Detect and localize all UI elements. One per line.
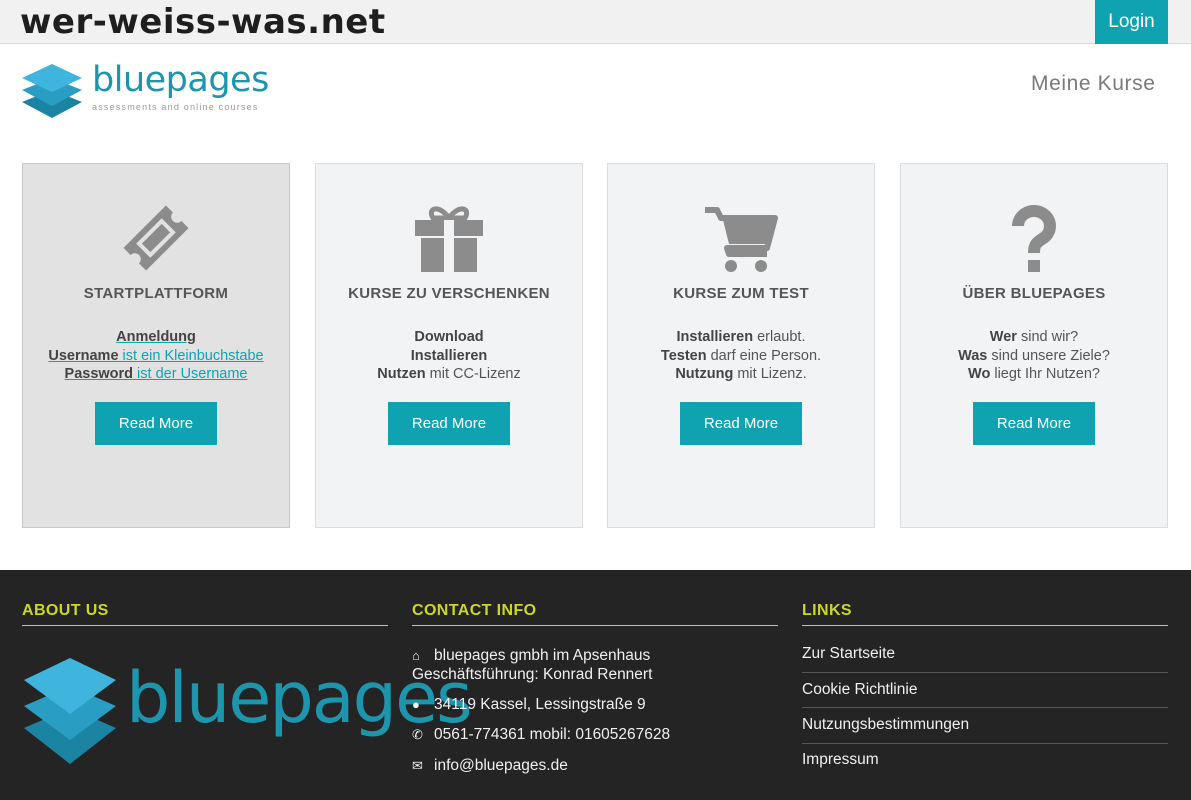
username-link[interactable]: Username ist ein Kleinbuchstabe bbox=[48, 348, 263, 364]
logo-tagline: assessments and online courses bbox=[92, 102, 259, 112]
footer-logo: bluepages bbox=[22, 652, 473, 770]
card-text: Wer sind wir? Was sind unsere Ziele? Wo … bbox=[958, 329, 1110, 382]
about-divider bbox=[22, 625, 388, 626]
card-text: Download Installieren Nutzen mit CC-Lize… bbox=[377, 329, 521, 382]
layers-logo-icon bbox=[24, 658, 116, 764]
footer-link-cookie[interactable]: Cookie Richtlinie bbox=[802, 681, 1168, 699]
card-title: STARTPLATTFORM bbox=[83, 285, 229, 302]
link-separator bbox=[802, 672, 1168, 673]
login-button[interactable]: Login bbox=[1095, 0, 1168, 44]
contact-phone: ✆ 0561-774361 mobil: 01605267628 bbox=[412, 726, 671, 743]
card-kurse-zu-verschenken: KURSE ZU VERSCHENKEN Download Installier… bbox=[315, 163, 583, 528]
card-icon-wrap bbox=[316, 198, 582, 278]
contact-company: ⌂ bluepages gmbh im Apsenhaus bbox=[412, 647, 651, 664]
contact-address: ● 34119 Kassel, Lessingstraße 9 bbox=[412, 696, 646, 713]
link-separator bbox=[802, 707, 1168, 708]
ticket-icon bbox=[123, 205, 189, 271]
links-divider bbox=[802, 625, 1168, 626]
footer-link-impressum[interactable]: Impressum bbox=[802, 751, 1168, 769]
card-icon-wrap bbox=[23, 198, 289, 278]
card-title: ÜBER BLUEPAGES bbox=[962, 285, 1106, 302]
shopping-cart-icon bbox=[705, 207, 778, 272]
read-more-button[interactable]: Read More bbox=[973, 402, 1095, 445]
contact-email[interactable]: ✉ info@bluepages.de bbox=[412, 756, 568, 775]
top-bar: wer-weiss-was.net Login bbox=[0, 0, 1191, 44]
footer: ABOUT US bluepages CONTACT INFO ⌂ bluepag… bbox=[0, 570, 1191, 800]
gift-icon bbox=[415, 206, 483, 272]
card-text: Installieren erlaubt. Testen darf eine P… bbox=[660, 329, 822, 382]
contact-divider bbox=[412, 625, 778, 626]
layers-logo-icon bbox=[22, 64, 82, 118]
card-kurse-zum-test: KURSE ZUM TEST Installieren erlaubt. Tes… bbox=[607, 163, 875, 528]
anmeldung-link[interactable]: Anmeldung bbox=[116, 329, 196, 345]
contact-heading: CONTACT INFO bbox=[412, 602, 537, 619]
footer-link-startseite[interactable]: Zur Startseite bbox=[802, 645, 1168, 663]
password-link[interactable]: Password ist der Username bbox=[65, 366, 248, 382]
home-icon: ⌂ bbox=[412, 648, 420, 663]
read-more-button[interactable]: Read More bbox=[388, 402, 510, 445]
logo-wordmark: bluepages bbox=[92, 60, 269, 100]
links-heading: LINKS bbox=[802, 602, 852, 619]
link-separator bbox=[802, 743, 1168, 744]
bluepages-logo[interactable]: bluepages assessments and online courses bbox=[20, 56, 280, 120]
about-heading: ABOUT US bbox=[22, 602, 109, 619]
contact-management: Geschäftsführung: Konrad Rennert bbox=[412, 666, 653, 683]
envelope-icon: ✉ bbox=[412, 758, 423, 773]
card-ueber-bluepages: ÜBER BLUEPAGES Wer sind wir? Was sind un… bbox=[900, 163, 1168, 528]
phone-icon: ✆ bbox=[412, 727, 423, 742]
question-mark-icon bbox=[1012, 205, 1056, 272]
nav-meine-kurse[interactable]: Meine Kurse bbox=[1031, 72, 1156, 96]
card-title: KURSE ZU VERSCHENKEN bbox=[348, 285, 550, 302]
footer-link-nutzungsbestimmungen[interactable]: Nutzungsbestimmungen bbox=[802, 716, 1168, 734]
site-title[interactable]: wer-weiss-was.net bbox=[20, 2, 386, 42]
card-icon-wrap bbox=[608, 198, 874, 278]
card-text: Anmeldung Username ist ein Kleinbuchstab… bbox=[23, 328, 289, 384]
card-startplattform: STARTPLATTFORM Anmeldung Username ist ei… bbox=[22, 163, 290, 528]
globe-icon: ● bbox=[412, 697, 420, 712]
read-more-button[interactable]: Read More bbox=[95, 402, 217, 445]
card-title: KURSE ZUM TEST bbox=[673, 285, 809, 302]
card-icon-wrap bbox=[901, 198, 1167, 278]
read-more-button[interactable]: Read More bbox=[680, 402, 802, 445]
